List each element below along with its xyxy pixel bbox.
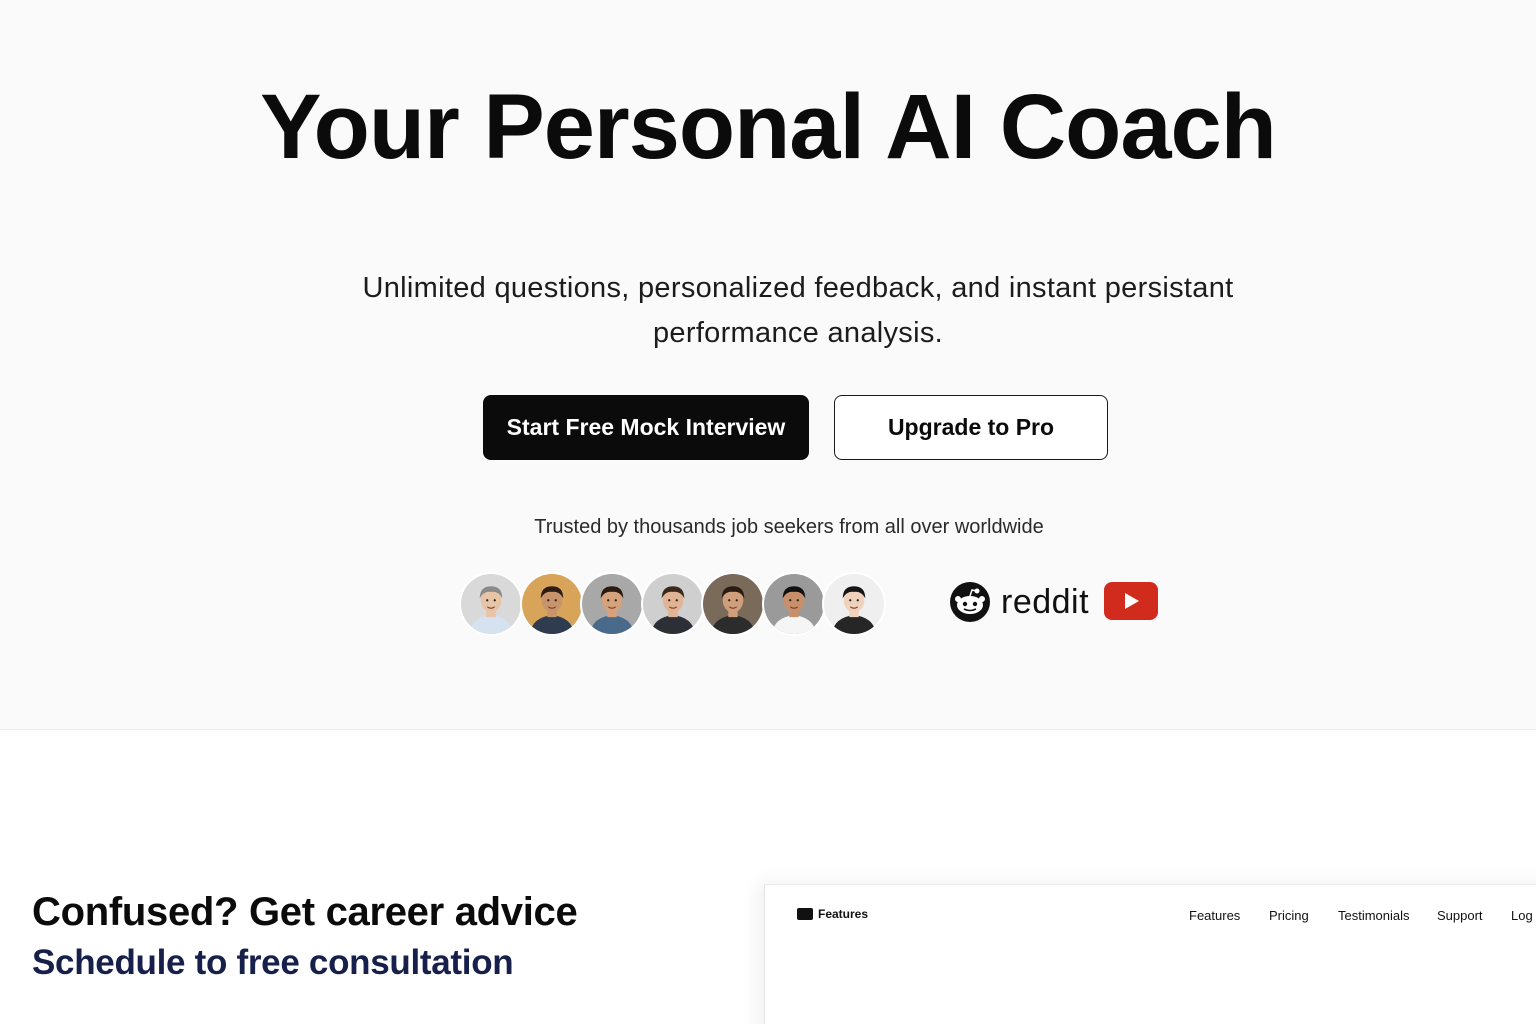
reddit-icon xyxy=(950,582,990,622)
start-mock-interview-button[interactable]: Start Free Mock Interview xyxy=(483,395,809,460)
trusted-text: Trusted by thousands job seekers from al… xyxy=(534,516,1044,538)
avatar-6 xyxy=(761,572,826,636)
reddit-logo: reddit xyxy=(949,580,1089,624)
hero-subtitle: Unlimited questions, personalized feedba… xyxy=(362,272,1234,349)
upgrade-to-pro-button[interactable]: Upgrade to Pro xyxy=(834,395,1108,460)
avatar-4 xyxy=(640,572,705,636)
preview-logo-icon xyxy=(797,908,813,920)
preview-nav-login[interactable]: Log xyxy=(1511,908,1533,923)
preview-nav-testimonials[interactable]: Testimonials xyxy=(1338,908,1410,923)
preview-nav-features[interactable]: Features xyxy=(1189,908,1240,923)
schedule-consultation-link[interactable]: Schedule to free consultation xyxy=(32,943,514,983)
youtube-icon xyxy=(1104,582,1158,620)
page: Your Personal AI Coach Unlimited questio… xyxy=(0,0,1536,1024)
preview-nav-support[interactable]: Support xyxy=(1437,908,1483,923)
avatar-3 xyxy=(580,572,644,636)
site-preview-panel: Features Features Pricing Testimonials S… xyxy=(764,884,1536,1024)
avatar-5 xyxy=(701,572,765,636)
hero-title: Your Personal AI Coach xyxy=(260,76,1277,178)
hero-section: Your Personal AI Coach Unlimited questio… xyxy=(0,0,1536,730)
preview-brand: Features xyxy=(818,907,869,921)
career-advice-title: Confused? Get career advice xyxy=(32,890,578,934)
avatar-2 xyxy=(519,572,584,636)
avatar-1 xyxy=(459,572,523,636)
preview-nav-pricing[interactable]: Pricing xyxy=(1269,908,1309,923)
avatar-7 xyxy=(822,572,886,636)
avatar-group xyxy=(459,572,889,636)
reddit-wordmark: reddit xyxy=(1001,582,1090,621)
